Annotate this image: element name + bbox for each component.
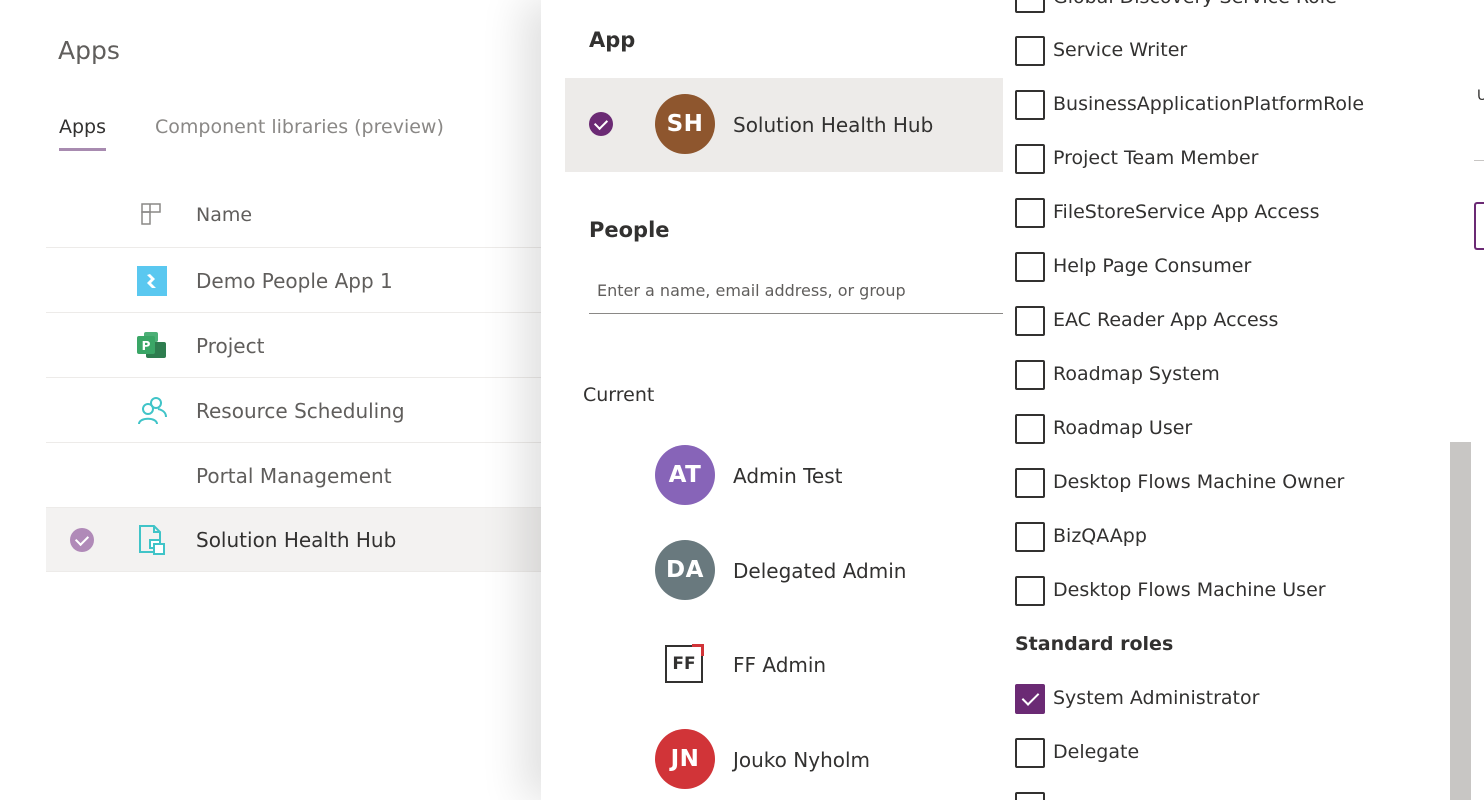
role-option[interactable]: Desktop Flows Machine User — [1015, 576, 1435, 608]
role-option[interactable]: System Administrator — [1015, 684, 1435, 716]
table-row[interactable]: P Project — [46, 314, 546, 378]
role-label: Delegate — [1053, 741, 1140, 763]
person-name: Admin Test — [733, 464, 843, 488]
role-checkbox-checked[interactable] — [1015, 684, 1045, 714]
standard-roles-header: Standard roles — [1015, 633, 1174, 655]
person-name: Delegated Admin — [733, 559, 907, 583]
page-title: Apps — [58, 36, 120, 65]
tab-component-libraries[interactable]: Component libraries (preview) — [155, 116, 444, 148]
role-label: Desktop Flows Machine Owner — [1053, 471, 1345, 493]
selected-app-row[interactable]: SH Solution Health Hub — [565, 78, 1003, 172]
role-option[interactable]: Help Page Consumer — [1015, 252, 1435, 284]
column-header-name[interactable]: Name — [196, 204, 252, 226]
avatar: JN — [655, 729, 715, 789]
role-option[interactable]: FileStoreService App Access — [1015, 198, 1435, 230]
table-row[interactable]: Portal Management — [46, 444, 546, 508]
role-label: Global Discovery Service Role — [1053, 0, 1337, 8]
project-icon: P — [137, 332, 166, 358]
role-checkbox[interactable] — [1015, 36, 1045, 66]
role-option[interactable]: Global Discovery Service Role — [1015, 0, 1435, 15]
role-option[interactable]: BizQAApp — [1015, 522, 1435, 554]
row-name: Solution Health Hub — [196, 528, 397, 552]
role-option[interactable]: Service Writer — [1015, 36, 1435, 68]
app-name: Solution Health Hub — [733, 113, 934, 137]
model-app-icon — [139, 525, 165, 555]
role-checkbox[interactable] — [1015, 198, 1045, 228]
role-checkbox[interactable] — [1015, 252, 1045, 282]
role-checkbox[interactable] — [1015, 90, 1045, 120]
role-checkbox[interactable] — [1015, 468, 1045, 498]
avatar: DA — [655, 540, 715, 600]
role-checkbox[interactable] — [1015, 306, 1045, 336]
table-row[interactable]: Resource Scheduling — [46, 379, 546, 443]
share-panel: App SH Solution Health Hub People Curren… — [541, 0, 1003, 800]
role-label: Service Writer — [1053, 39, 1188, 61]
role-label: EAC Reader App Access — [1053, 309, 1279, 331]
role-label: Roadmap User — [1053, 417, 1193, 439]
role-label: BusinessApplicationPlatformRole — [1053, 93, 1365, 115]
role-option[interactable] — [1015, 792, 1435, 800]
role-label: System Administrator — [1053, 687, 1260, 709]
role-label: BizQAApp — [1053, 525, 1147, 547]
current-label: Current — [583, 384, 655, 406]
role-option[interactable]: Project Team Member — [1015, 144, 1435, 176]
canvas-app-icon — [137, 266, 167, 296]
people-section-title: People — [589, 218, 670, 242]
right-edge-divider — [1474, 160, 1484, 161]
role-checkbox[interactable] — [1015, 738, 1045, 768]
person-name: Jouko Nyholm — [733, 748, 871, 772]
row-name: Project — [196, 334, 265, 358]
table-row[interactable]: Demo People App 1 — [46, 249, 546, 313]
person-name: FF Admin — [733, 653, 827, 677]
role-checkbox[interactable] — [1015, 792, 1045, 800]
role-option[interactable]: BusinessApplicationPlatformRole — [1015, 90, 1435, 122]
role-checkbox[interactable] — [1015, 522, 1045, 552]
avatar: AT — [655, 445, 715, 505]
dropdown-scrollbar-thumb[interactable] — [1450, 442, 1471, 800]
app-avatar: SH — [655, 94, 715, 154]
app-selected-check-icon[interactable] — [589, 112, 613, 136]
row-name: Demo People App 1 — [196, 269, 393, 293]
people-search-input[interactable] — [589, 268, 1003, 314]
role-option[interactable]: EAC Reader App Access — [1015, 306, 1435, 338]
right-edge-panel — [1472, 0, 1484, 800]
role-checkbox[interactable] — [1015, 144, 1045, 174]
role-label: Desktop Flows Machine User — [1053, 579, 1326, 601]
security-roles-dropdown: Global Discovery Service Role Service Wr… — [1003, 0, 1449, 800]
right-edge-field[interactable] — [1474, 202, 1484, 250]
list-header: Name — [46, 184, 546, 248]
right-edge-text: U — [1477, 88, 1484, 104]
app-section-title: App — [589, 28, 636, 52]
role-checkbox[interactable] — [1015, 576, 1045, 606]
row-name: Portal Management — [196, 464, 392, 488]
role-option[interactable]: Roadmap System — [1015, 360, 1435, 392]
row-name: Resource Scheduling — [196, 399, 405, 423]
apps-page: Apps Apps Component libraries (preview) … — [0, 0, 560, 800]
role-checkbox[interactable] — [1015, 360, 1045, 390]
role-label: Roadmap System — [1053, 363, 1220, 385]
row-selected-check-icon[interactable] — [70, 528, 94, 552]
role-checkbox[interactable] — [1015, 414, 1045, 444]
role-label: Project Team Member — [1053, 147, 1259, 169]
role-label: Help Page Consumer — [1053, 255, 1252, 277]
role-option[interactable]: Desktop Flows Machine Owner — [1015, 468, 1435, 500]
tab-apps[interactable]: Apps — [59, 116, 107, 151]
role-option[interactable]: Roadmap User — [1015, 414, 1435, 446]
role-checkbox[interactable] — [1015, 0, 1045, 13]
column-type-icon — [141, 203, 161, 225]
role-label: FileStoreService App Access — [1053, 201, 1320, 223]
people-icon — [138, 397, 167, 425]
svg-text:P: P — [142, 339, 151, 353]
role-option[interactable]: Delegate — [1015, 738, 1435, 770]
ff-logo-icon: FF — [665, 644, 704, 683]
table-row[interactable]: Solution Health Hub — [46, 508, 546, 572]
